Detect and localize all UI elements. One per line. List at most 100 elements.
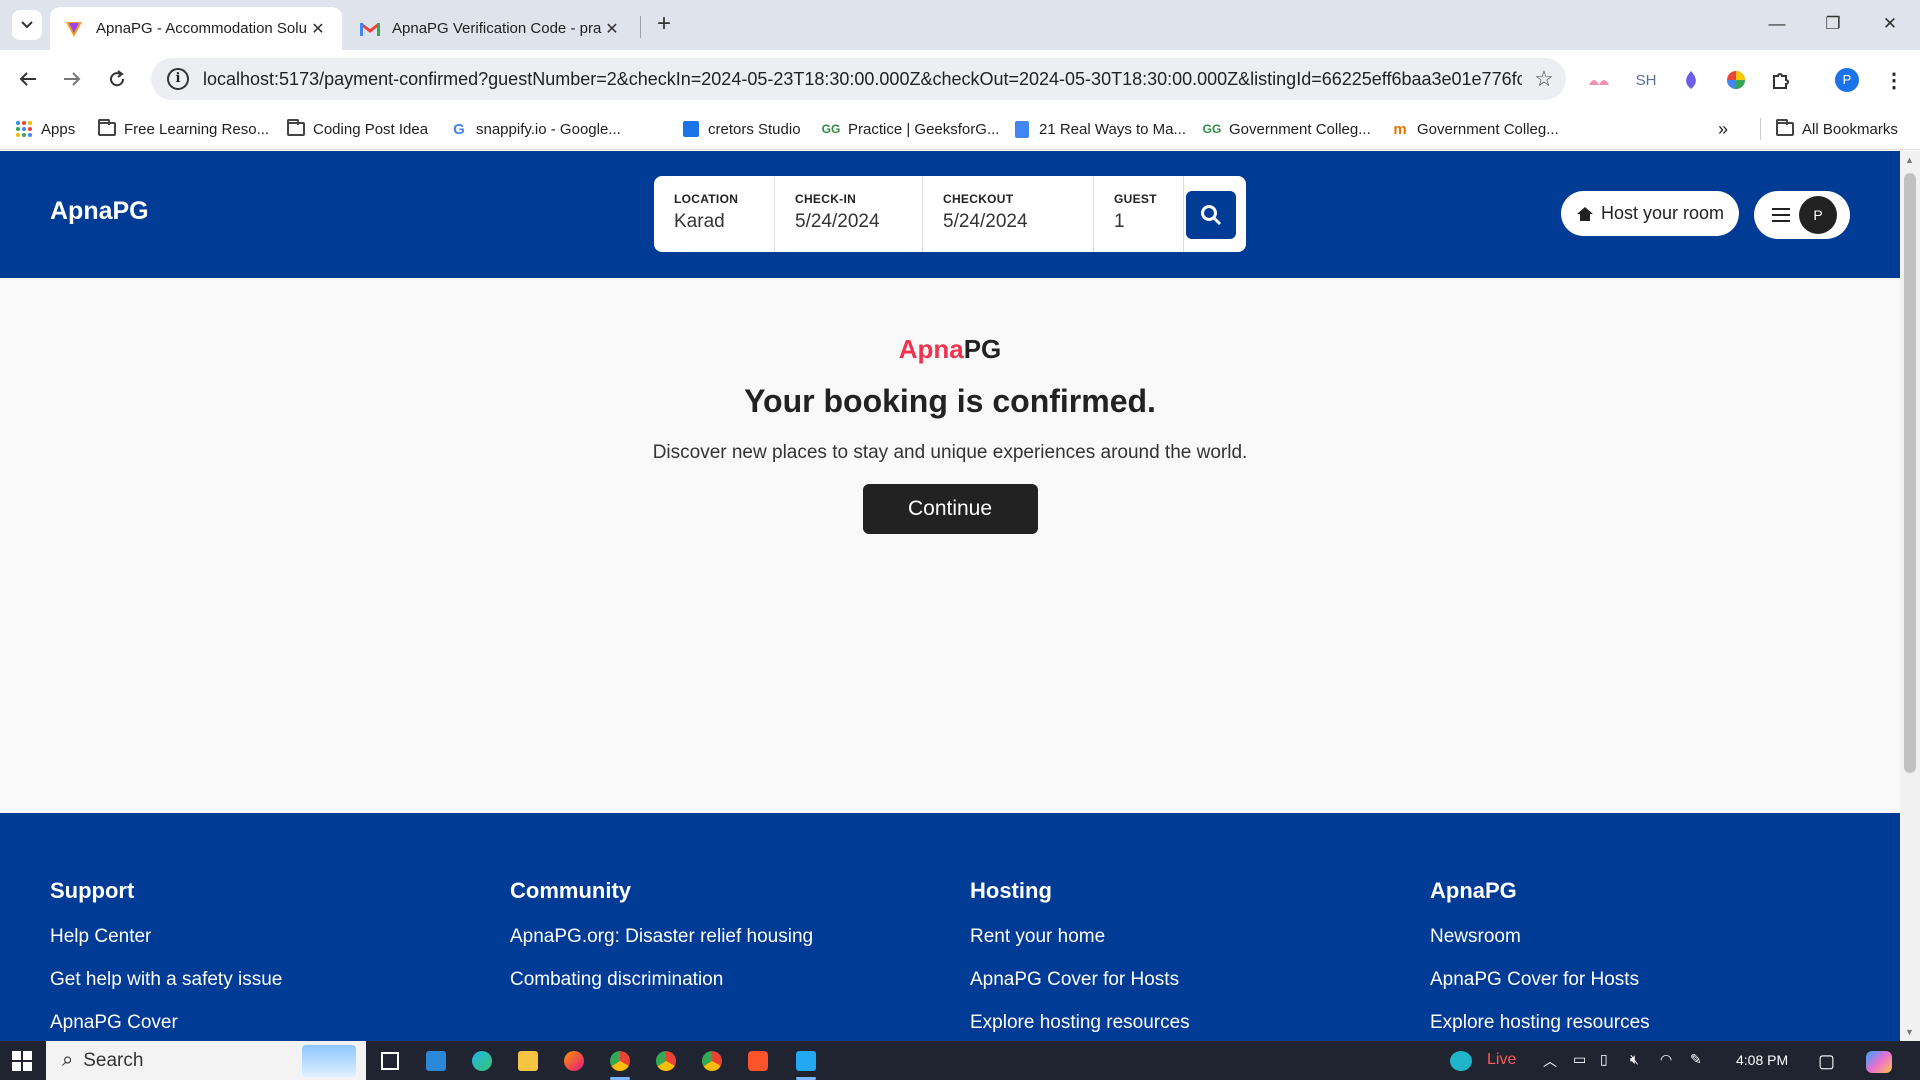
minimize-icon[interactable]: — <box>1757 10 1797 38</box>
back-button[interactable] <box>13 64 43 94</box>
pen-icon[interactable]: ✎ <box>1690 1051 1702 1068</box>
user-menu-button[interactable]: P <box>1754 191 1850 239</box>
windows-start-icon[interactable] <box>12 1051 32 1071</box>
edge-icon[interactable] <box>467 1046 497 1076</box>
battery-icon[interactable]: ▯ <box>1600 1051 1608 1068</box>
footer-heading: Community <box>510 878 631 903</box>
meet-now-icon[interactable]: ▭ <box>1573 1051 1586 1068</box>
location-field[interactable]: LOCATION Karad <box>654 176 775 252</box>
booking-confirmation: ApnaPG Your booking is confirmed. Discov… <box>0 278 1900 534</box>
bookmark-star-icon[interactable]: ☆ <box>1522 66 1566 92</box>
scrollbar-thumb[interactable] <box>1904 173 1916 773</box>
color-wheel-extension-icon[interactable] <box>1722 66 1750 94</box>
host-button-label: Host your room <box>1600 203 1725 223</box>
volume-muted-icon[interactable]: 🔇︎ <box>1630 1051 1639 1068</box>
chrome-icon[interactable] <box>605 1046 635 1080</box>
host-your-room-button[interactable]: Host your room <box>1561 191 1739 236</box>
tab-search-button[interactable] <box>12 10 42 40</box>
browser-tab-bar: ApnaPG - Accommodation Solu ✕ ApnaPG Ver… <box>0 0 1920 50</box>
site-info-icon[interactable]: i <box>167 68 189 90</box>
bookmark-apps[interactable]: Apps <box>15 118 75 140</box>
reload-button[interactable] <box>102 64 132 94</box>
footer-link[interactable]: Help Center <box>50 926 282 948</box>
scroll-down-icon[interactable]: ▼ <box>1905 1027 1914 1037</box>
brave-icon[interactable] <box>743 1046 773 1076</box>
checkout-value[interactable]: 5/24/2024 <box>943 211 1093 233</box>
footer-heading: Support <box>50 878 135 903</box>
firefox-icon[interactable] <box>559 1046 589 1076</box>
flame-extension-icon[interactable] <box>1677 66 1705 94</box>
bookmark-snappify[interactable]: G snappify.io - Google... <box>450 118 621 140</box>
task-view-icon[interactable] <box>375 1046 405 1076</box>
footer-link[interactable]: Rent your home <box>970 926 1190 948</box>
bookmark-21-real-ways[interactable]: 21 Real Ways to Ma... <box>1013 118 1186 140</box>
restore-icon[interactable]: ❐ <box>1813 10 1853 38</box>
browser-menu-icon[interactable]: ⋮ <box>1880 66 1908 94</box>
guest-field[interactable]: GUEST 1 <box>1094 176 1184 252</box>
bookmark-government-college-2[interactable]: m Government Colleg... <box>1391 118 1558 140</box>
search-button[interactable] <box>1186 191 1236 239</box>
bookmark-cretors-studio[interactable]: cretors Studio <box>682 118 801 140</box>
scroll-up-icon[interactable]: ▲ <box>1905 155 1914 165</box>
profile-avatar[interactable]: P <box>1833 66 1861 94</box>
footer-link[interactable]: ApnaPG Cover <box>50 1012 282 1034</box>
tab-title: ApnaPG - Accommodation Solu <box>96 20 307 37</box>
weather-live-label[interactable]: Live <box>1487 1051 1516 1069</box>
close-tab-icon[interactable]: ✕ <box>308 19 328 39</box>
bookmark-government-college-1[interactable]: GG Government Colleg... <box>1203 118 1371 140</box>
footer-link[interactable]: Explore hosting resources <box>970 1012 1190 1034</box>
tab-apnapg[interactable]: ApnaPG - Accommodation Solu ✕ <box>50 7 342 50</box>
taskbar-clock[interactable]: 4:08 PM <box>1736 1052 1788 1068</box>
guest-value[interactable]: 1 <box>1114 211 1183 233</box>
continue-button[interactable]: Continue <box>862 484 1038 534</box>
checkin-value[interactable]: 5/24/2024 <box>795 211 922 233</box>
page-scrollbar[interactable]: ▲ ▼ <box>1900 151 1920 1041</box>
apnapg-favicon-icon <box>64 19 84 39</box>
wifi-icon[interactable]: ◠ <box>1660 1051 1672 1068</box>
lotus-extension-icon[interactable] <box>1585 66 1613 94</box>
notifications-icon[interactable]: ▢ <box>1818 1051 1835 1072</box>
all-bookmarks-button[interactable]: All Bookmarks <box>1776 118 1898 140</box>
bookmark-coding-post-idea[interactable]: Coding Post Idea <box>287 118 428 140</box>
sh-extension-icon[interactable]: SH <box>1632 66 1660 94</box>
hamburger-menu-icon <box>1772 208 1790 222</box>
forward-button[interactable] <box>57 64 87 94</box>
site-icon: m <box>1393 120 1407 138</box>
checkin-field[interactable]: CHECK-IN 5/24/2024 <box>775 176 923 252</box>
extensions-puzzle-icon[interactable] <box>1767 66 1795 94</box>
footer-link[interactable]: Combating discrimination <box>510 969 813 991</box>
address-bar[interactable]: i localhost:5173/payment-confirmed?guest… <box>151 58 1566 100</box>
checkout-field[interactable]: CHECKOUT 5/24/2024 <box>923 176 1094 252</box>
taskbar-search-box[interactable]: ⌕ Search <box>46 1041 366 1080</box>
footer-link[interactable]: Explore hosting resources <box>1430 1012 1650 1034</box>
mail-icon[interactable] <box>421 1046 451 1076</box>
confirmation-subtitle: Discover new places to stay and unique e… <box>652 442 1248 463</box>
site-logo[interactable]: ApnaPG <box>50 197 149 226</box>
file-explorer-icon[interactable] <box>513 1046 543 1076</box>
copilot-icon[interactable] <box>1866 1051 1892 1076</box>
footer-link[interactable]: Get help with a safety issue <box>50 969 282 991</box>
page-viewport: ApnaPG LOCATION Karad CHECK-IN 5/24/2024… <box>0 151 1900 1041</box>
footer-link[interactable]: ApnaPG Cover for Hosts <box>970 969 1190 991</box>
location-value[interactable]: Karad <box>674 211 774 233</box>
new-tab-button[interactable]: + <box>650 10 678 40</box>
close-tab-icon[interactable]: ✕ <box>602 19 622 39</box>
url-text[interactable]: localhost:5173/payment-confirmed?guestNu… <box>203 69 1522 90</box>
tray-overflow-icon[interactable]: ︿ <box>1543 1051 1557 1071</box>
footer-link[interactable]: ApnaPG Cover for Hosts <box>1430 969 1650 991</box>
footer-column-hosting: Hosting Rent your home ApnaPG Cover for … <box>970 878 1190 1041</box>
bookmark-geeksforgeeks[interactable]: GG Practice | GeeksforG... <box>822 118 1000 140</box>
close-window-icon[interactable]: ✕ <box>1870 10 1910 38</box>
bookmark-free-learning[interactable]: Free Learning Reso... <box>98 118 269 140</box>
vscode-icon[interactable] <box>791 1046 821 1080</box>
chrome-profile-2-icon[interactable] <box>697 1046 727 1076</box>
apps-grid-icon <box>15 120 33 138</box>
footer-link[interactable]: Newsroom <box>1430 926 1650 948</box>
footer-link[interactable]: ApnaPG.org: Disaster relief housing <box>510 926 813 948</box>
bookmarks-overflow-icon[interactable]: » <box>1718 118 1728 140</box>
footer-column-support: Support Help Center Get help with a safe… <box>50 878 282 1041</box>
tab-gmail[interactable]: ApnaPG Verification Code - pra ✕ <box>346 7 636 50</box>
chrome-profile-icon[interactable] <box>651 1046 681 1076</box>
weather-icon[interactable] <box>1450 1051 1472 1071</box>
bookmark-label: Government Colleg... <box>1229 120 1371 138</box>
